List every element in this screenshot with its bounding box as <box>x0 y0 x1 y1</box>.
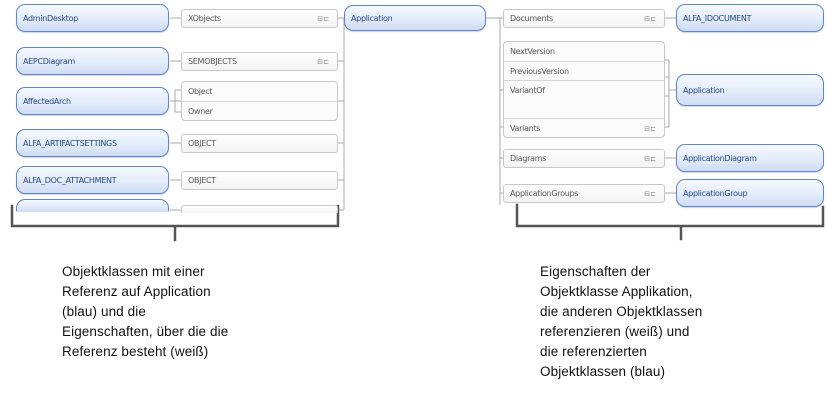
caption-left: Objektklassen mit einer Referenz auf App… <box>62 262 228 362</box>
property-label: Documents <box>510 14 553 23</box>
property-label: NextVersion <box>510 47 555 56</box>
property-row[interactable]: VariantOf <box>504 80 664 100</box>
class-node-partial[interactable] <box>16 199 169 211</box>
class-node[interactable]: Application <box>676 74 824 106</box>
expand-icon[interactable]: ⊟⊏ <box>317 15 329 23</box>
property-group: Object Owner <box>181 81 338 121</box>
brace-right <box>515 203 825 241</box>
property-label: PreviousVersion <box>510 67 569 76</box>
property-node-partial[interactable] <box>181 205 338 213</box>
class-node[interactable]: ApplicationDiagram <box>676 144 824 172</box>
class-node[interactable]: ALFA_ARTIFACTSETTINGS <box>16 129 169 157</box>
property-node[interactable]: ApplicationGroups ⊟⊏ <box>503 184 665 203</box>
class-node[interactable]: ApplicationGroup <box>676 179 824 207</box>
property-label: Variants <box>510 124 541 133</box>
expand-icon[interactable]: ⊟⊏ <box>317 58 329 66</box>
caption-line: Referenz auf Application <box>62 284 211 299</box>
caption-line: referenzieren (weiß) und <box>540 324 690 339</box>
caption-line: Eigenschaften, über die die <box>62 324 229 339</box>
property-label: Object <box>188 87 213 96</box>
property-group: NextVersion PreviousVersion VariantOf Va… <box>503 41 665 138</box>
expand-icon[interactable]: ⊟⊏ <box>644 125 656 133</box>
property-node[interactable]: Diagrams ⊟⊏ <box>503 149 665 168</box>
caption-right: Eigenschaften der Objektklasse Applikati… <box>540 262 702 382</box>
class-node[interactable]: ALFA_DOC_ATTACHMENT <box>16 166 169 194</box>
property-node[interactable]: XObjects ⊟⊏ <box>181 9 338 28</box>
caption-line: Objektklassen (blau) <box>540 364 666 379</box>
property-node[interactable]: SEMOBJECTS ⊟⊏ <box>181 52 338 71</box>
property-label: ApplicationGroups <box>510 189 579 198</box>
caption-line: Eigenschaften der <box>540 264 651 279</box>
property-label: XObjects <box>188 14 221 23</box>
expand-icon[interactable]: ⊟⊏ <box>644 155 656 163</box>
property-row[interactable]: PreviousVersion <box>504 61 664 81</box>
property-label: VariantOf <box>510 86 545 95</box>
caption-line: Objektklassen mit einer <box>62 264 205 279</box>
property-label: Diagrams <box>510 154 547 163</box>
property-row[interactable]: Object <box>182 82 337 101</box>
class-node[interactable]: AdminDesktop <box>16 4 169 32</box>
caption-line: Objektklasse Applikation, <box>540 284 693 299</box>
expand-icon[interactable]: ⊟⊏ <box>644 15 656 23</box>
property-row[interactable]: Variants ⊟⊏ <box>504 118 664 138</box>
class-node[interactable]: AffectedArch <box>16 87 169 115</box>
property-node[interactable]: Documents ⊟⊏ <box>503 9 665 28</box>
expand-icon[interactable]: ⊟⊏ <box>644 190 656 198</box>
caption-line: (blau) und die <box>62 304 146 319</box>
property-row[interactable]: NextVersion <box>504 42 664 61</box>
caption-line: die referenzierten <box>540 344 647 359</box>
class-node[interactable]: AEPCDiagram <box>16 47 169 75</box>
property-label: Owner <box>188 107 213 116</box>
class-node[interactable]: ALFA_IDOCUMENT <box>676 4 824 32</box>
caption-line: Referenz besteht (weiß) <box>62 344 209 359</box>
property-node[interactable]: OBJECT <box>181 134 338 153</box>
property-row[interactable]: Owner <box>182 101 337 121</box>
property-node[interactable]: OBJECT <box>181 171 338 190</box>
caption-line: die anderen Objektklassen <box>540 304 703 319</box>
property-label: SEMOBJECTS <box>188 57 237 66</box>
center-class-node[interactable]: Application <box>344 5 486 31</box>
